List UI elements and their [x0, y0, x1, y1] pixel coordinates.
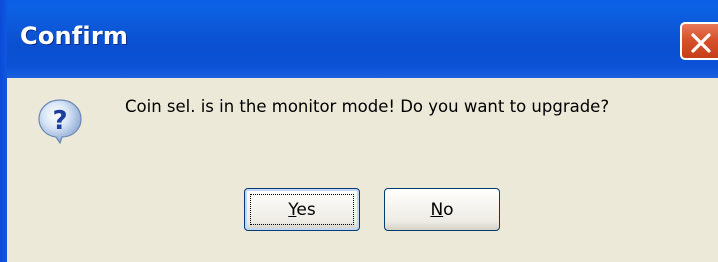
window-frame-left	[0, 0, 7, 262]
question-icon: ?	[38, 99, 82, 145]
dialog-message: Coin sel. is in the monitor mode! Do you…	[125, 97, 610, 116]
close-button[interactable]	[680, 22, 718, 60]
yes-button[interactable]: Yes	[244, 188, 360, 231]
no-button[interactable]: No	[384, 188, 500, 231]
dialog-title: Confirm	[20, 22, 129, 50]
svg-text:?: ?	[52, 106, 67, 136]
no-label-rest: o	[443, 199, 454, 220]
no-button-label: No	[430, 200, 453, 220]
confirm-dialog: Confirm ? Coin sel. is in the monitor mo…	[0, 0, 718, 262]
no-accelerator: N	[430, 199, 444, 220]
close-icon	[691, 33, 711, 53]
title-bar[interactable]: Confirm	[0, 0, 718, 78]
focus-indicator	[250, 194, 354, 225]
